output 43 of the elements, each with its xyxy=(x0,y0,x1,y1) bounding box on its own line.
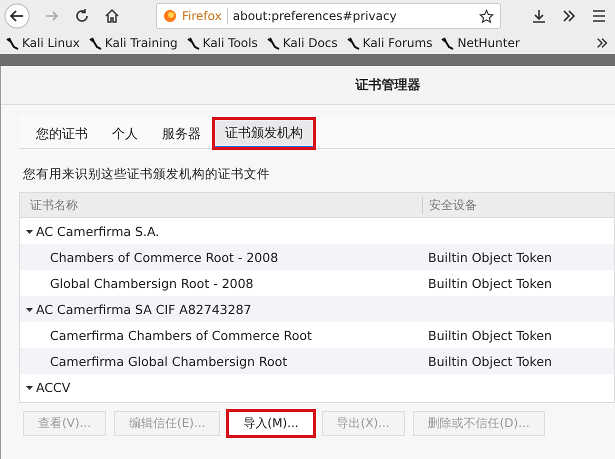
bookmark-item[interactable]: NetHunter xyxy=(441,36,520,50)
tree-row[interactable]: AC Camerfirma SA CIF A82743287 xyxy=(20,296,614,322)
device-name: Builtin Object Token xyxy=(427,354,552,368)
download-icon[interactable] xyxy=(531,8,547,24)
tree-row[interactable]: ACCV xyxy=(20,374,614,400)
column-header[interactable]: 证书名称 xyxy=(20,196,422,214)
tab[interactable]: 服务器 xyxy=(151,119,212,148)
dialog-button[interactable]: 导入(M)... xyxy=(228,411,314,436)
group-name: AC Camerfirma SA CIF A82743287 xyxy=(36,302,252,316)
column-header[interactable]: 安全设备 xyxy=(422,196,477,214)
tree-row[interactable]: Global Chambersign Root - 2008 Builtin Object Token xyxy=(20,270,614,296)
tab[interactable]: 您的证书 xyxy=(25,119,99,148)
bookmark-item[interactable]: Kali Forums xyxy=(346,36,432,50)
description-text: 您有用来识别这些证书颁发机构的证书文件 xyxy=(22,165,271,183)
group-name: ACCV xyxy=(36,380,70,394)
tree-row[interactable]: Camerfirma Global Chambersign Root Builtin Object Token xyxy=(20,348,614,374)
tree-row[interactable]: AC Camerfirma S.A. xyxy=(20,218,614,244)
back-icon[interactable] xyxy=(4,3,30,29)
star-icon[interactable] xyxy=(479,8,494,24)
certificate-name: Global Chambersign Root - 2008 xyxy=(49,276,255,290)
tab[interactable]: 个人 xyxy=(101,119,149,148)
bookmark-item[interactable]: Kali Tools xyxy=(186,36,258,50)
url-text: about:preferences#privacy xyxy=(232,9,398,23)
tab[interactable]: 证书颁发机构 xyxy=(214,119,314,148)
bookmark-item[interactable]: Kali Docs xyxy=(266,36,338,50)
device-name: Builtin Object Token xyxy=(427,328,552,342)
chevrons-icon[interactable] xyxy=(595,36,609,50)
device-name: Builtin Object Token xyxy=(427,250,552,264)
device-name: Builtin Object Token xyxy=(427,276,552,290)
tree-row[interactable]: Camerfirma Chambers of Commerce Root Builtin Object Token xyxy=(20,322,614,348)
reload-icon[interactable] xyxy=(74,8,90,24)
certificate-name: Camerfirma Global Chambersign Root xyxy=(49,354,288,368)
bookmark-item[interactable]: Kali Training xyxy=(88,36,178,50)
identity-label: Firefox xyxy=(182,9,222,23)
bookmark-item[interactable]: Kali Linux xyxy=(6,36,80,50)
group-name: AC Camerfirma S.A. xyxy=(36,224,160,238)
menu-icon[interactable] xyxy=(591,8,607,24)
home-icon[interactable] xyxy=(104,8,120,24)
chevrons-icon[interactable] xyxy=(561,8,577,24)
url-field[interactable]: Firefox about:preferences#privacy xyxy=(156,3,501,29)
certificate-name: Camerfirma Chambers of Commerce Root xyxy=(49,328,313,342)
tree-row[interactable]: Chambers of Commerce Root - 2008 Builtin Object Token xyxy=(20,244,614,270)
certificate-name: Chambers of Commerce Root - 2008 xyxy=(49,250,280,264)
